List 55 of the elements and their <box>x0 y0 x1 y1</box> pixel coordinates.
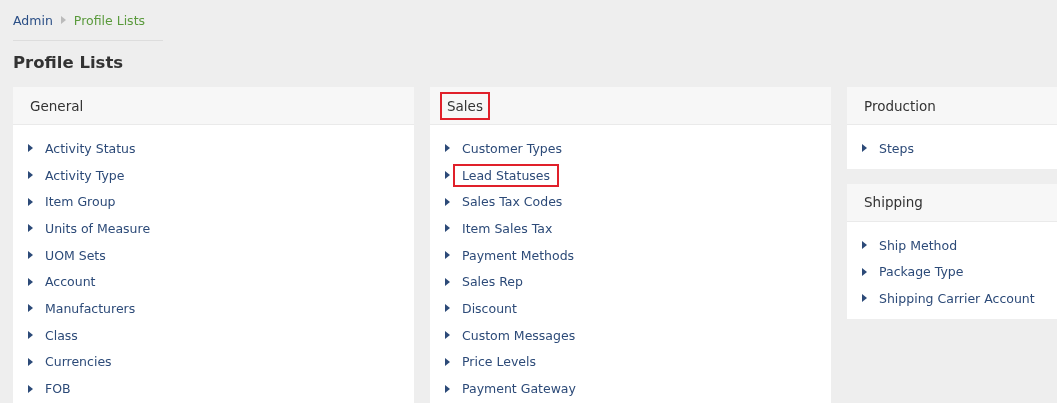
list-link[interactable]: Package Type <box>870 260 973 284</box>
list-link[interactable]: Payment Methods <box>453 243 584 267</box>
caret-icon <box>28 197 33 206</box>
caret-icon <box>28 331 33 340</box>
list-link[interactable]: Sales Tax Codes <box>453 190 572 214</box>
list-link[interactable]: Currencies <box>36 350 121 374</box>
panel-title: General <box>29 96 85 116</box>
caret-icon <box>862 144 867 153</box>
caret-icon <box>445 144 450 153</box>
caret-icon <box>445 304 450 313</box>
caret-icon <box>28 171 33 180</box>
list-link[interactable]: Lead Statuses <box>453 163 560 187</box>
caret-icon <box>28 224 33 233</box>
caret-icon <box>28 384 33 393</box>
caret-icon <box>445 251 450 260</box>
list-link[interactable]: Class <box>36 323 87 347</box>
caret-icon <box>862 241 867 250</box>
list-link[interactable]: Steps <box>870 136 923 160</box>
list-link[interactable]: Manufacturers <box>36 296 145 320</box>
list-link[interactable]: Price Levels <box>453 350 545 374</box>
caret-icon <box>862 267 867 276</box>
page-title: Profile Lists <box>13 52 125 74</box>
list-link[interactable]: Item Group <box>36 190 125 214</box>
panel-title: Production <box>863 96 937 116</box>
list-link[interactable]: Item Sales Tax <box>453 216 562 240</box>
list-link[interactable]: Discount <box>453 296 526 320</box>
list-link[interactable]: Customer Types <box>453 136 571 160</box>
list-link[interactable]: Ship Method <box>870 233 967 257</box>
caret-icon <box>445 357 450 366</box>
caret-icon <box>445 224 450 233</box>
panel-title: Shipping <box>863 193 924 213</box>
list-link[interactable]: Custom Messages <box>453 323 585 347</box>
caret-icon <box>28 251 33 260</box>
caret-icon <box>28 304 33 313</box>
list-link[interactable]: UOM Sets <box>36 243 115 267</box>
list-link[interactable]: Activity Type <box>36 163 134 187</box>
caret-icon <box>28 357 33 366</box>
caret-icon <box>28 277 33 286</box>
caret-icon <box>445 171 450 180</box>
caret-icon <box>445 277 450 286</box>
list-link[interactable]: FOB <box>36 377 80 401</box>
breadcrumb-link[interactable]: Admin <box>13 12 53 28</box>
caret-icon <box>445 384 450 393</box>
list-link[interactable]: Units of Measure <box>36 216 160 240</box>
breadcrumb-separator-icon <box>60 16 66 24</box>
caret-icon <box>28 144 33 153</box>
panel-title: Sales <box>440 91 490 120</box>
caret-icon <box>445 331 450 340</box>
list-link[interactable]: Sales Rep <box>453 270 532 294</box>
caret-icon <box>445 197 450 206</box>
caret-icon <box>862 294 867 303</box>
list-link[interactable]: Payment Gateway <box>453 377 585 401</box>
list-link[interactable]: Account <box>36 270 105 294</box>
list-link[interactable]: Shipping Carrier Account <box>870 286 1044 310</box>
list-link[interactable]: Activity Status <box>36 136 145 160</box>
